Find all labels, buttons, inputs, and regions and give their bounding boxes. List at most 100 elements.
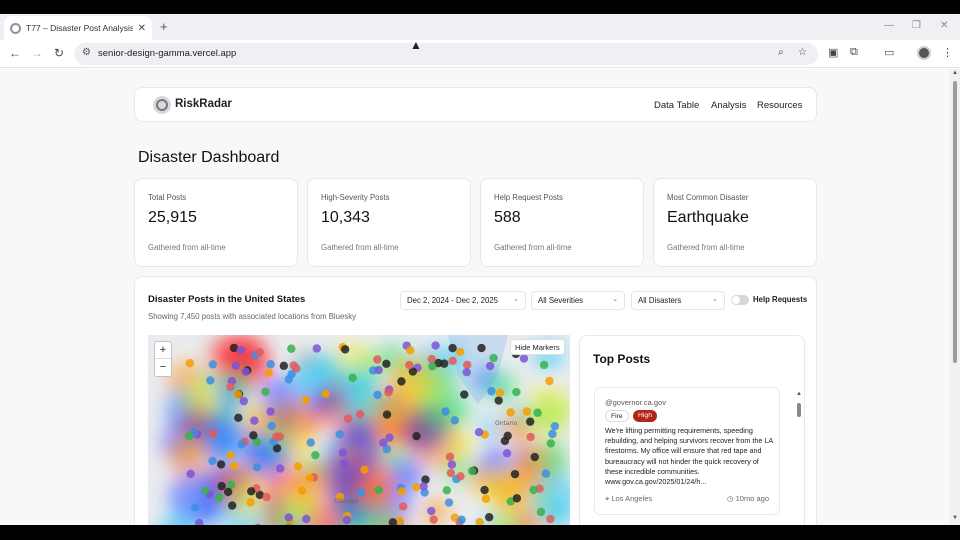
post-marker[interactable]: [412, 431, 421, 441]
post-handle[interactable]: @governor.ca.gov: [605, 398, 666, 407]
post-marker[interactable]: [495, 388, 505, 398]
post-marker[interactable]: [494, 396, 503, 405]
post-marker[interactable]: [267, 421, 276, 431]
post-marker[interactable]: [231, 361, 241, 370]
post-marker[interactable]: [382, 410, 392, 419]
post-marker[interactable]: [397, 377, 406, 386]
post-marker[interactable]: [512, 494, 522, 503]
post-marker[interactable]: [440, 359, 449, 368]
post-marker[interactable]: [217, 481, 226, 491]
post-marker[interactable]: [293, 462, 303, 471]
post-marker[interactable]: [275, 464, 285, 473]
post-marker[interactable]: [355, 410, 365, 419]
post-marker[interactable]: [533, 408, 542, 417]
post-marker[interactable]: [216, 460, 226, 469]
post-marker[interactable]: [411, 482, 421, 492]
post-marker[interactable]: [237, 440, 246, 449]
post-marker[interactable]: [264, 368, 273, 378]
post-marker[interactable]: [247, 487, 256, 496]
post-marker[interactable]: [227, 501, 237, 510]
post-marker[interactable]: [348, 373, 357, 382]
tab-close-icon[interactable]: ✕: [138, 23, 146, 34]
post-marker[interactable]: [448, 343, 457, 353]
post-marker[interactable]: [519, 354, 529, 363]
post-marker[interactable]: [446, 468, 456, 478]
post-marker[interactable]: [266, 360, 275, 369]
post-marker[interactable]: [312, 344, 322, 353]
post-marker[interactable]: [506, 408, 515, 417]
post-marker[interactable]: [249, 431, 258, 440]
post-marker[interactable]: [398, 502, 408, 511]
post-marker[interactable]: [485, 512, 494, 522]
post-marker[interactable]: [541, 469, 551, 478]
post-marker[interactable]: [374, 485, 383, 495]
hide-markers-button[interactable]: Hide Markers: [510, 339, 565, 355]
post-marker[interactable]: [252, 463, 262, 472]
post-marker[interactable]: [302, 514, 311, 524]
post-marker[interactable]: [485, 361, 495, 371]
severity-select[interactable]: All Severities ⌄: [531, 291, 625, 310]
nav-data-table[interactable]: Data Table: [654, 100, 699, 111]
post-marker[interactable]: [272, 432, 281, 441]
post-marker[interactable]: [305, 473, 315, 483]
forward-icon[interactable]: →: [31, 46, 43, 60]
post-marker[interactable]: [460, 390, 469, 399]
new-tab-button[interactable]: +: [160, 19, 168, 34]
post-marker[interactable]: [374, 365, 383, 375]
post-marker[interactable]: [445, 452, 455, 462]
page-scrollbar[interactable]: ▲ ▼: [950, 69, 960, 525]
post-marker[interactable]: [226, 450, 235, 460]
post-marker[interactable]: [230, 461, 239, 471]
post-marker[interactable]: [448, 356, 457, 366]
post-marker[interactable]: [246, 498, 255, 507]
post-marker[interactable]: [184, 431, 194, 441]
disaster-select[interactable]: All Disasters ⌄: [631, 291, 725, 310]
post-marker[interactable]: [335, 430, 344, 439]
post-marker[interactable]: [462, 368, 471, 377]
menu-icon[interactable]: ⋮: [942, 46, 953, 59]
post-marker[interactable]: [287, 369, 296, 379]
post-marker[interactable]: [456, 472, 465, 481]
post-marker[interactable]: [427, 354, 436, 364]
post-marker[interactable]: [338, 448, 348, 457]
post-marker[interactable]: [266, 407, 275, 416]
minimize-button[interactable]: —: [884, 20, 894, 31]
post-marker[interactable]: [405, 360, 414, 370]
post-marker[interactable]: [406, 346, 415, 355]
maximize-button[interactable]: ❐: [912, 20, 921, 31]
post-marker[interactable]: [548, 429, 557, 439]
post-marker[interactable]: [373, 390, 382, 400]
help-requests-toggle[interactable]: [731, 295, 749, 305]
extension-app-icon[interactable]: ▣: [828, 46, 838, 59]
post-marker[interactable]: [340, 345, 350, 354]
post-marker[interactable]: [474, 428, 484, 437]
search-icon[interactable]: ⌕: [778, 47, 784, 58]
post-marker[interactable]: [223, 487, 233, 497]
post-marker[interactable]: [339, 459, 349, 468]
post-marker[interactable]: [298, 486, 307, 496]
post-marker[interactable]: [502, 449, 512, 458]
post-marker[interactable]: [428, 362, 437, 371]
post-marker[interactable]: [462, 360, 472, 370]
zoom-out-button[interactable]: −: [155, 359, 171, 376]
post-marker[interactable]: [262, 492, 271, 502]
post-marker[interactable]: [447, 460, 457, 469]
post-marker[interactable]: [239, 396, 249, 406]
post-marker[interactable]: [306, 438, 315, 447]
site-settings-icon[interactable]: ⚙: [82, 47, 91, 58]
post-marker[interactable]: [342, 515, 352, 525]
post-marker[interactable]: [546, 514, 555, 524]
post-marker[interactable]: [206, 376, 215, 385]
star-icon[interactable]: ☆: [798, 47, 807, 58]
post-marker[interactable]: [450, 416, 459, 425]
post-marker[interactable]: [467, 466, 477, 476]
post-marker[interactable]: [233, 390, 243, 399]
post-marker[interactable]: [321, 389, 330, 398]
browser-tab[interactable]: T77 – Disaster Post Analysis Da ✕: [4, 16, 152, 40]
zoom-in-button[interactable]: +: [155, 342, 171, 359]
post-marker[interactable]: [480, 485, 489, 495]
post-marker[interactable]: [546, 439, 556, 448]
nav-analysis[interactable]: Analysis: [711, 100, 746, 111]
post-marker[interactable]: [397, 487, 406, 496]
post-marker[interactable]: [289, 361, 298, 370]
